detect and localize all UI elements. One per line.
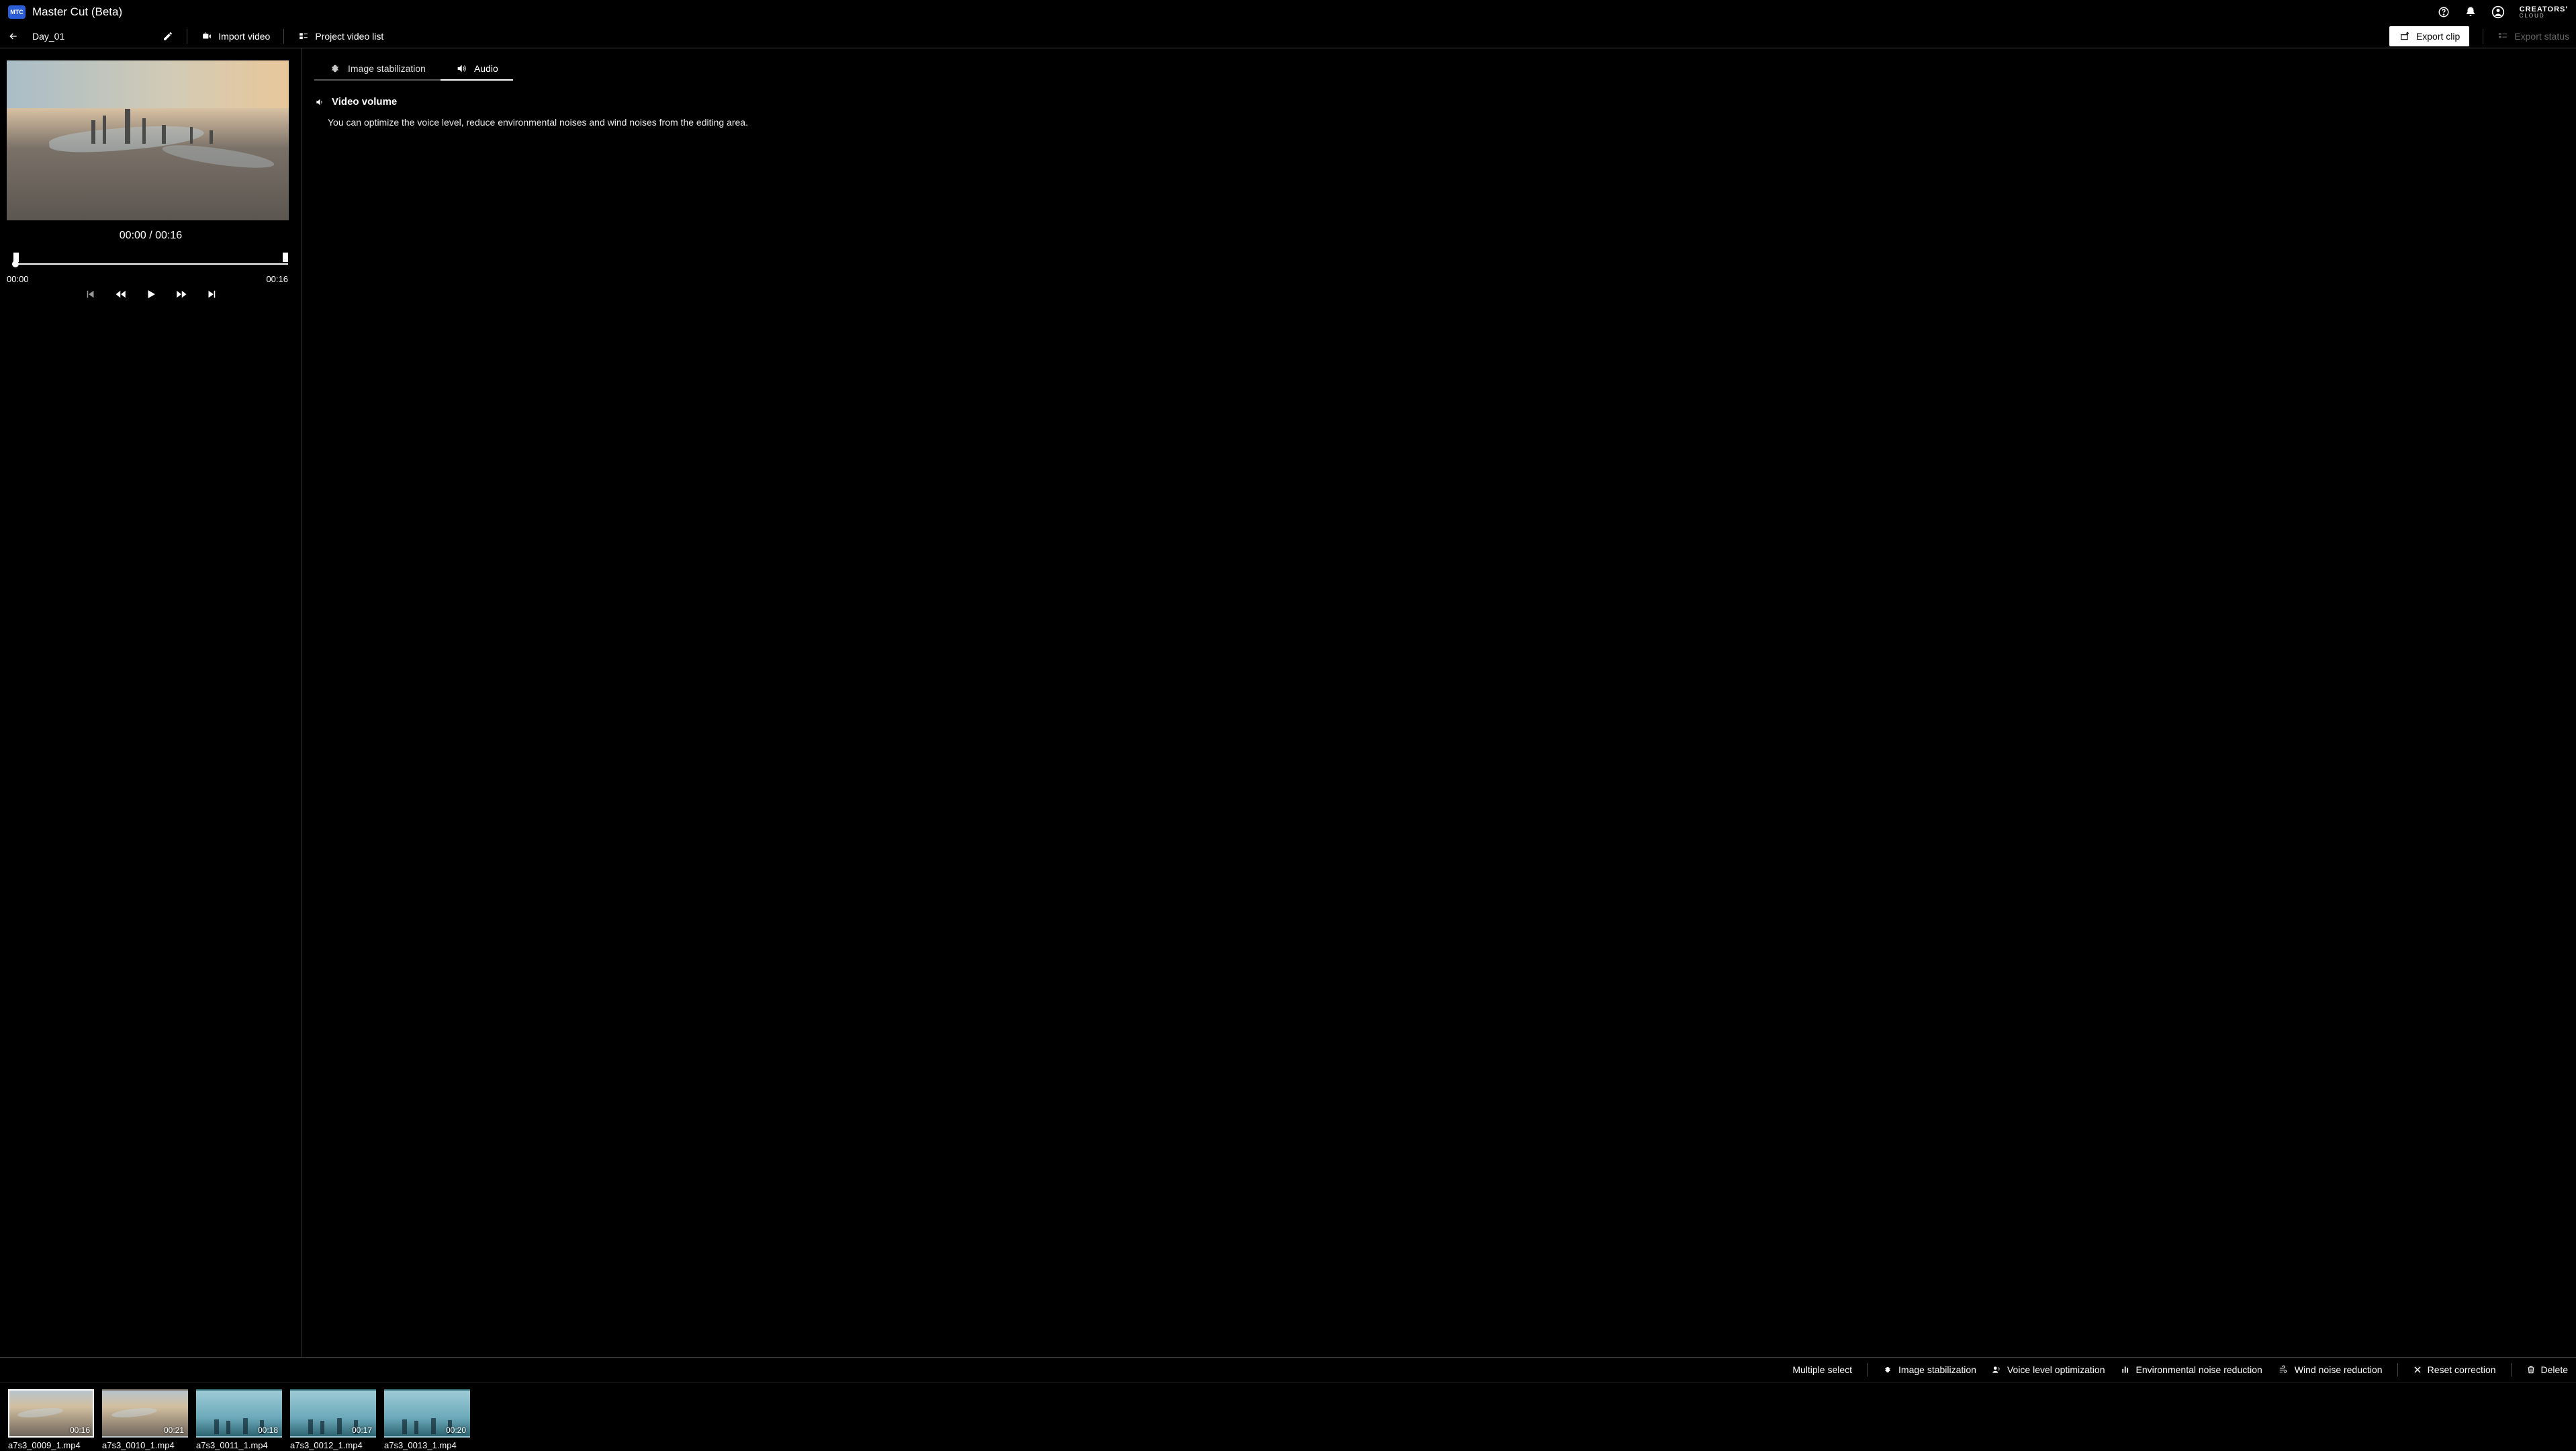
playback-time: 00:00 / 00:16 xyxy=(7,230,295,242)
clip-item[interactable]: 00:17 a7s3_0012_1.mp4 xyxy=(290,1389,377,1450)
tab-image-stabilization[interactable]: Image stabilization xyxy=(314,58,441,81)
ct-delete[interactable]: Delete xyxy=(2526,1364,2568,1375)
clip-filename: a7s3_0011_1.mp4 xyxy=(196,1440,283,1450)
clip-thumbnail[interactable]: 00:20 xyxy=(384,1389,470,1438)
step-back-button[interactable] xyxy=(114,288,128,300)
ct-wind-noise[interactable]: Wind noise reduction xyxy=(2277,1364,2383,1375)
export-clip-label: Export clip xyxy=(2416,31,2460,42)
ct-delete-label: Delete xyxy=(2541,1364,2568,1375)
playback-controls xyxy=(7,288,295,300)
clip-item[interactable]: 00:18 a7s3_0011_1.mp4 xyxy=(196,1389,283,1450)
titlebar: MTC Master Cut (Beta) CREATORS' CLOUD xyxy=(0,0,2576,24)
ct-stab-label: Image stabilization xyxy=(1898,1364,1976,1375)
close-icon xyxy=(2413,1365,2422,1374)
clip-duration: 00:20 xyxy=(446,1425,466,1435)
main-toolbar: Day_01 Import video Project video list E… xyxy=(0,24,2576,48)
clip-item[interactable]: 00:20 a7s3_0013_1.mp4 xyxy=(384,1389,471,1450)
bell-icon[interactable] xyxy=(2465,6,2477,18)
trim-slider[interactable] xyxy=(13,251,288,270)
settings-pane: Image stabilization Audio Video volume Y… xyxy=(302,48,2576,1357)
clip-duration: 00:18 xyxy=(258,1425,278,1435)
multiple-select-button[interactable]: Multiple select xyxy=(1792,1364,1852,1375)
edit-icon[interactable] xyxy=(163,31,173,42)
export-clip-button[interactable]: Export clip xyxy=(2389,26,2469,46)
clip-filename: a7s3_0013_1.mp4 xyxy=(384,1440,471,1450)
clip-filename: a7s3_0010_1.mp4 xyxy=(102,1440,189,1450)
tab-audio-label: Audio xyxy=(474,63,498,74)
stabilization-icon xyxy=(1882,1365,1893,1374)
ct-reset-label: Reset correction xyxy=(2428,1364,2496,1375)
video-volume-header: Video volume xyxy=(314,96,2564,107)
clip-duration: 00:16 xyxy=(70,1425,90,1435)
skip-start-button[interactable] xyxy=(85,288,97,300)
trim-handle-right[interactable] xyxy=(283,253,288,262)
project-video-list-label: Project video list xyxy=(315,31,383,42)
account-icon[interactable] xyxy=(2491,5,2505,19)
export-status-button[interactable]: Export status xyxy=(2497,31,2569,42)
play-button[interactable] xyxy=(145,288,157,300)
app-title: Master Cut (Beta) xyxy=(32,5,122,19)
import-video-button[interactable]: Import video xyxy=(201,31,270,42)
ct-voice-label: Voice level optimization xyxy=(2007,1364,2105,1375)
ct-reset[interactable]: Reset correction xyxy=(2413,1364,2496,1375)
volume-icon xyxy=(314,97,325,107)
brand-bottom: CLOUD xyxy=(2520,13,2568,19)
video-preview[interactable] xyxy=(7,60,289,220)
trash-icon xyxy=(2526,1364,2536,1375)
ct-env-label: Environmental noise reduction xyxy=(2136,1364,2262,1375)
time-end: 00:16 xyxy=(266,274,288,284)
main-area: 00:00 / 00:16 00:00 00:16 xyxy=(0,48,2576,1357)
app-logo: MTC xyxy=(8,5,26,19)
back-arrow-icon[interactable] xyxy=(7,31,20,42)
stabilization-icon xyxy=(329,63,341,74)
equalizer-icon xyxy=(2120,1365,2131,1374)
audio-icon xyxy=(455,63,467,74)
playhead[interactable] xyxy=(12,261,19,267)
settings-tabs: Image stabilization Audio xyxy=(314,58,2564,81)
clip-thumbnail[interactable]: 00:21 xyxy=(102,1389,188,1438)
help-icon[interactable] xyxy=(2438,6,2450,18)
list-icon xyxy=(297,32,310,41)
clip-thumbnail[interactable]: 00:17 xyxy=(290,1389,376,1438)
step-forward-button[interactable] xyxy=(175,288,188,300)
tab-audio[interactable]: Audio xyxy=(441,58,513,81)
video-volume-description: You can optimize the voice level, reduce… xyxy=(314,117,2564,128)
video-volume-title: Video volume xyxy=(332,96,397,107)
ct-wind-label: Wind noise reduction xyxy=(2295,1364,2383,1375)
import-video-label: Import video xyxy=(218,31,270,42)
time-start: 00:00 xyxy=(7,274,29,284)
export-status-label: Export status xyxy=(2514,31,2569,42)
brand-top: CREATORS' xyxy=(2520,6,2568,13)
clip-filename: a7s3_0012_1.mp4 xyxy=(290,1440,377,1450)
ct-voice-level[interactable]: Voice level optimization xyxy=(1991,1364,2105,1375)
clips-row: 00:16 a7s3_0009_1.mp4 00:21 a7s3_0010_1.mp4… xyxy=(0,1382,2576,1451)
wind-icon xyxy=(2277,1365,2289,1374)
clip-thumbnail[interactable]: 00:18 xyxy=(196,1389,282,1438)
clip-thumbnail[interactable]: 00:16 xyxy=(8,1389,94,1438)
project-video-list-button[interactable]: Project video list xyxy=(297,31,383,42)
voice-icon xyxy=(1991,1365,2002,1374)
project-name: Day_01 xyxy=(32,31,64,42)
preview-pane: 00:00 / 00:16 00:00 00:16 xyxy=(0,48,302,1357)
tab-stabilization-label: Image stabilization xyxy=(348,63,426,74)
clip-toolbar: Multiple select Image stabilization Voic… xyxy=(0,1357,2576,1382)
brand-logo[interactable]: CREATORS' CLOUD xyxy=(2520,6,2568,19)
clip-item[interactable]: 00:21 a7s3_0010_1.mp4 xyxy=(102,1389,189,1450)
clip-filename: a7s3_0009_1.mp4 xyxy=(8,1440,95,1450)
clip-duration: 00:17 xyxy=(352,1425,372,1435)
export-status-icon xyxy=(2497,32,2509,41)
ct-image-stabilization[interactable]: Image stabilization xyxy=(1882,1364,1976,1375)
clip-duration: 00:21 xyxy=(164,1425,184,1435)
clip-item[interactable]: 00:16 a7s3_0009_1.mp4 xyxy=(8,1389,95,1450)
import-icon xyxy=(201,32,213,41)
export-clip-icon xyxy=(2399,32,2411,41)
skip-end-button[interactable] xyxy=(205,288,218,300)
ct-env-noise[interactable]: Environmental noise reduction xyxy=(2120,1364,2262,1375)
